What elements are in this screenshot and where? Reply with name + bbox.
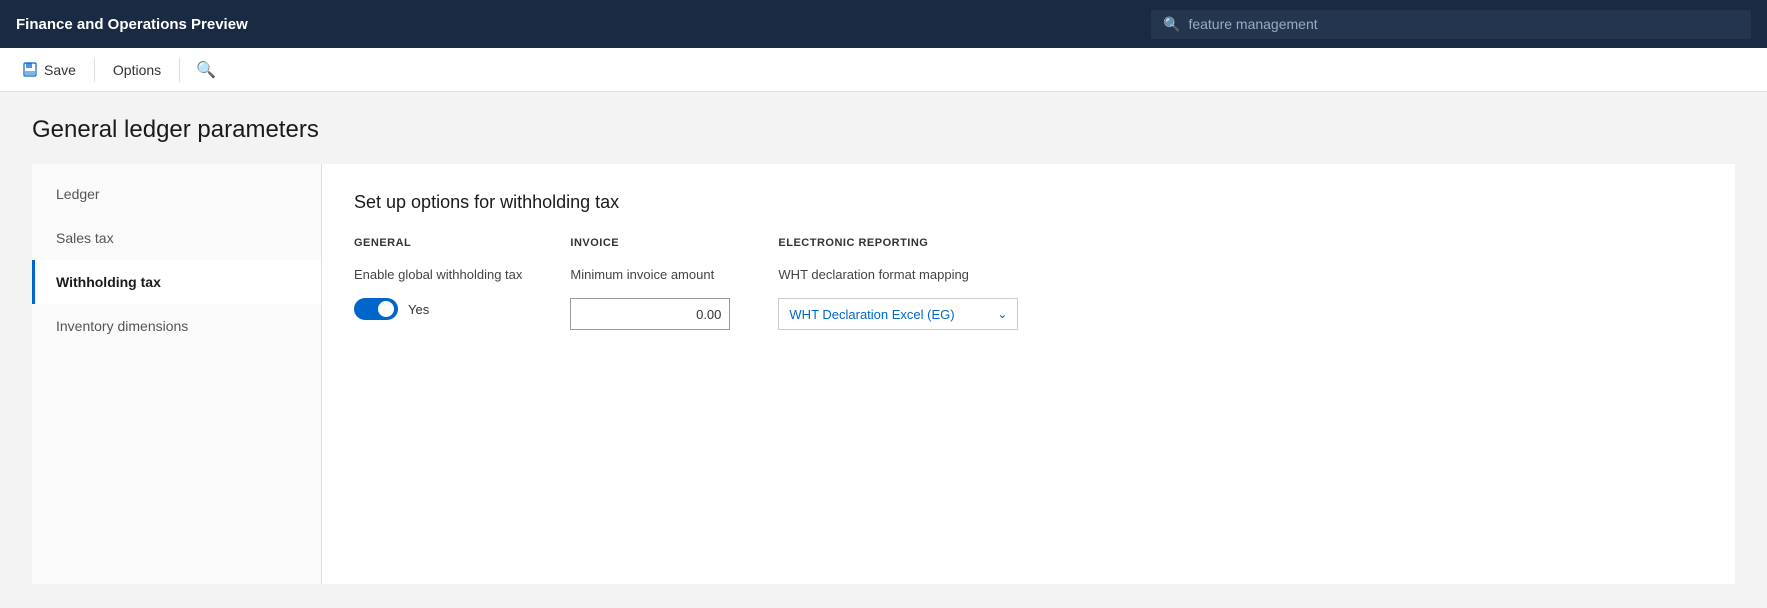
toolbar-divider bbox=[94, 58, 95, 82]
side-nav: Ledger Sales tax Withholding tax Invento… bbox=[32, 164, 322, 584]
toggle-row: Yes bbox=[354, 298, 522, 320]
save-label: Save bbox=[44, 62, 76, 78]
electronic-reporting-column: ELECTRONIC REPORTING WHT declaration for… bbox=[778, 237, 1018, 330]
wht-declaration-format-label: WHT declaration format mapping bbox=[778, 267, 1018, 282]
sidebar-item-inventory-dimensions[interactable]: Inventory dimensions bbox=[32, 304, 321, 348]
options-button[interactable]: Options bbox=[103, 56, 171, 84]
electronic-reporting-header: ELECTRONIC REPORTING bbox=[778, 237, 1018, 249]
wht-declaration-format-value: WHT Declaration Excel (EG) bbox=[789, 307, 954, 322]
toolbar: Save Options 🔍 bbox=[0, 48, 1767, 92]
top-bar: Finance and Operations Preview 🔍 bbox=[0, 0, 1767, 48]
main-layout: Ledger Sales tax Withholding tax Invento… bbox=[32, 164, 1735, 584]
toggle-knob bbox=[378, 301, 394, 317]
global-search-input[interactable] bbox=[1188, 16, 1739, 32]
global-search-box[interactable]: 🔍 bbox=[1151, 10, 1751, 39]
sidebar-item-withholding-tax[interactable]: Withholding tax bbox=[32, 260, 321, 304]
enable-global-wht-label: Enable global withholding tax bbox=[354, 267, 522, 282]
min-invoice-amount-input[interactable] bbox=[570, 298, 730, 330]
sidebar-item-ledger[interactable]: Ledger bbox=[32, 172, 321, 216]
sidebar-item-sales-tax[interactable]: Sales tax bbox=[32, 216, 321, 260]
sidebar-item-label: Inventory dimensions bbox=[56, 318, 188, 334]
sidebar-item-label: Withholding tax bbox=[56, 274, 161, 290]
save-button[interactable]: Save bbox=[12, 56, 86, 84]
page-title: General ledger parameters bbox=[32, 116, 1735, 144]
general-header: GENERAL bbox=[354, 237, 522, 249]
toolbar-divider-2 bbox=[179, 58, 180, 82]
toggle-value: Yes bbox=[408, 302, 429, 317]
invoice-header: INVOICE bbox=[570, 237, 730, 249]
search-icon: 🔍 bbox=[1163, 16, 1180, 33]
wht-declaration-format-dropdown[interactable]: WHT Declaration Excel (EG) ⌄ bbox=[778, 298, 1018, 330]
columns-row: GENERAL Enable global withholding tax Ye… bbox=[354, 237, 1703, 330]
toolbar-search-button[interactable]: 🔍 bbox=[188, 56, 224, 84]
chevron-down-icon: ⌄ bbox=[997, 307, 1007, 321]
sidebar-item-label: Ledger bbox=[56, 186, 100, 202]
app-title: Finance and Operations Preview bbox=[16, 16, 248, 33]
content-panel: Set up options for withholding tax GENER… bbox=[322, 164, 1735, 584]
general-column: GENERAL Enable global withholding tax Ye… bbox=[354, 237, 522, 320]
options-label: Options bbox=[113, 62, 161, 78]
page-content: General ledger parameters Ledger Sales t… bbox=[0, 92, 1767, 608]
sidebar-item-label: Sales tax bbox=[56, 230, 114, 246]
section-title: Set up options for withholding tax bbox=[354, 192, 1703, 213]
min-invoice-amount-label: Minimum invoice amount bbox=[570, 267, 730, 282]
enable-global-wht-toggle[interactable] bbox=[354, 298, 398, 320]
toolbar-search-icon: 🔍 bbox=[196, 62, 216, 79]
save-icon bbox=[22, 62, 38, 78]
invoice-column: INVOICE Minimum invoice amount bbox=[570, 237, 730, 330]
